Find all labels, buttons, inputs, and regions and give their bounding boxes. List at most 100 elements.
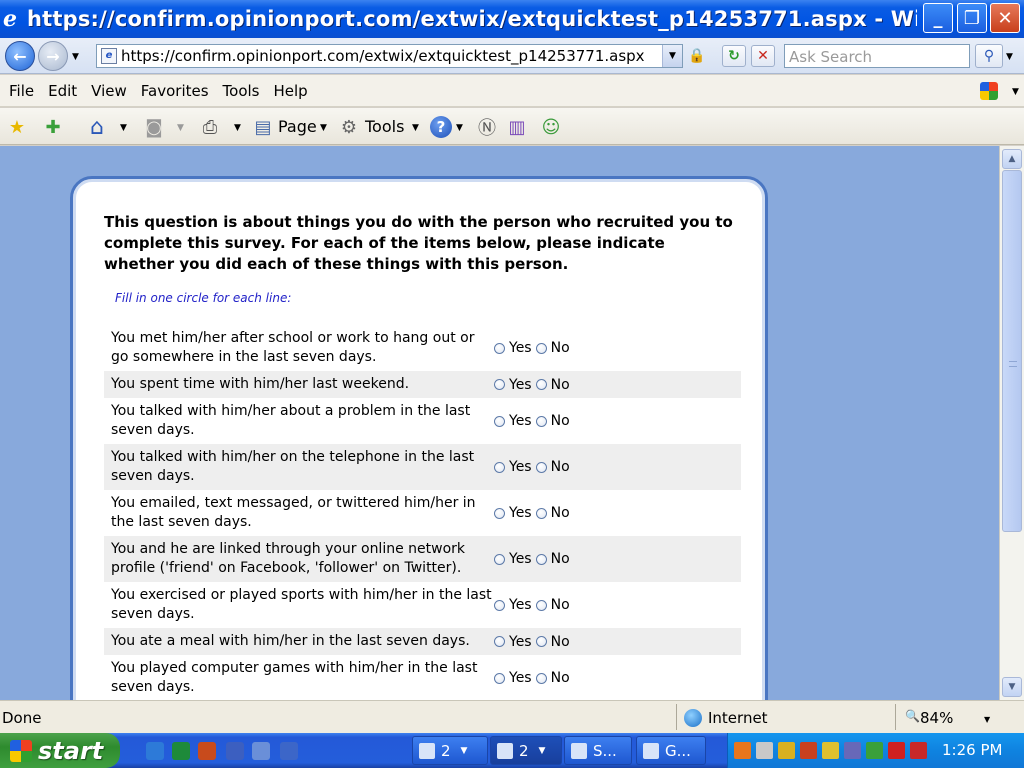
no-radio[interactable] xyxy=(535,342,547,354)
vertical-scrollbar[interactable]: ▲ ▼ xyxy=(999,146,1024,700)
tray-icon-4[interactable] xyxy=(800,742,817,759)
tray-icon-3[interactable] xyxy=(778,742,795,759)
history-dropdown-icon[interactable]: ▼ xyxy=(72,52,79,62)
yes-radio[interactable] xyxy=(494,342,505,354)
feeds-icon[interactable]: ◙ xyxy=(143,116,165,138)
tray-icon-8[interactable] xyxy=(888,742,905,759)
menu-edit[interactable]: Edit xyxy=(48,82,77,100)
yes-radio[interactable] xyxy=(494,553,505,565)
no-option[interactable]: No xyxy=(535,459,570,475)
taskbar-group-ie[interactable]: 2 ▼ xyxy=(490,736,562,765)
no-radio[interactable] xyxy=(535,599,547,611)
no-option[interactable]: No xyxy=(535,597,570,613)
stop-button[interactable]: ✕ xyxy=(751,45,775,67)
zoom-icon[interactable]: 🔍 xyxy=(905,709,920,723)
menu-favorites[interactable]: Favorites xyxy=(141,82,209,100)
media-quicklaunch-icon[interactable] xyxy=(280,742,298,760)
taskbar-item-other[interactable]: G... xyxy=(636,736,706,765)
forward-button[interactable]: → xyxy=(38,41,68,71)
tools-menu-label[interactable]: Tools xyxy=(365,117,404,136)
home-dropdown-icon[interactable]: ▼ xyxy=(120,123,127,133)
yes-radio[interactable] xyxy=(494,636,505,647)
add-favorites-icon[interactable]: ✚ xyxy=(42,116,64,138)
search-input[interactable]: Ask Search xyxy=(784,44,970,68)
taskbar-group-explorer[interactable]: 2 ▼ xyxy=(412,736,488,765)
home-icon[interactable]: ⌂ xyxy=(86,115,108,140)
no-radio[interactable] xyxy=(535,636,547,647)
tray-icon-5[interactable] xyxy=(822,742,839,759)
no-option[interactable]: No xyxy=(535,634,570,650)
page-icon[interactable]: ▤ xyxy=(252,116,274,138)
zoom-dropdown-icon[interactable]: ▼ xyxy=(984,715,990,724)
security-zone[interactable]: Internet xyxy=(708,709,768,727)
yes-option[interactable]: Yes xyxy=(494,459,532,475)
no-option[interactable]: No xyxy=(535,670,570,686)
no-option[interactable]: No xyxy=(535,505,570,521)
favorites-star-icon[interactable]: ★ xyxy=(6,116,28,138)
feeds-dropdown-icon[interactable]: ▼ xyxy=(177,123,184,133)
research-icon[interactable]: Ⓝ xyxy=(476,116,498,139)
yes-radio[interactable] xyxy=(494,672,505,684)
page-dropdown-icon[interactable]: ▼ xyxy=(320,123,327,133)
yes-radio[interactable] xyxy=(494,415,505,427)
lock-icon[interactable]: 🔒 xyxy=(688,48,705,64)
translate-icon[interactable]: ▥ xyxy=(506,116,528,138)
print-dropdown-icon[interactable]: ▼ xyxy=(234,123,241,133)
no-option[interactable]: No xyxy=(535,340,570,356)
no-radio[interactable] xyxy=(535,379,547,390)
help-dropdown-icon[interactable]: ▼ xyxy=(456,123,463,133)
yes-radio[interactable] xyxy=(494,599,505,611)
print-icon[interactable]: ⎙ xyxy=(199,116,221,138)
search-button[interactable]: ⚲ xyxy=(975,44,1003,68)
tools-dropdown-icon[interactable]: ▼ xyxy=(412,123,419,133)
yes-option[interactable]: Yes xyxy=(494,505,532,521)
menu-tools[interactable]: Tools xyxy=(223,82,260,100)
scroll-up-button[interactable]: ▲ xyxy=(1002,149,1022,169)
tray-icon-6[interactable] xyxy=(844,742,861,759)
excel-quicklaunch-icon[interactable] xyxy=(172,742,190,760)
no-radio[interactable] xyxy=(535,553,547,565)
help-icon[interactable]: ? xyxy=(430,116,452,138)
menu-help[interactable]: Help xyxy=(274,82,308,100)
yes-option[interactable]: Yes xyxy=(494,551,532,567)
address-dropdown-icon[interactable]: ▼ xyxy=(662,45,682,67)
menu-dropdown-icon[interactable]: ▼ xyxy=(1012,87,1019,97)
tray-icon-9[interactable] xyxy=(910,742,927,759)
yes-option[interactable]: Yes xyxy=(494,377,532,393)
scroll-thumb[interactable] xyxy=(1002,170,1022,532)
yes-radio[interactable] xyxy=(494,461,505,473)
zoom-level[interactable]: 84% xyxy=(920,709,953,727)
yes-radio[interactable] xyxy=(494,379,505,390)
word-quicklaunch-icon[interactable] xyxy=(226,742,244,760)
messenger-icon[interactable]: ☺ xyxy=(540,116,562,138)
scroll-down-button[interactable]: ▼ xyxy=(1002,677,1022,697)
no-radio[interactable] xyxy=(535,672,547,684)
yes-radio[interactable] xyxy=(494,507,505,519)
window-title-bar[interactable]: e https://confirm.opinionport.com/extwix… xyxy=(0,0,1024,38)
access-quicklaunch-icon[interactable] xyxy=(198,742,216,760)
ie-quicklaunch-icon[interactable] xyxy=(146,742,164,760)
address-url[interactable]: https://confirm.opinionport.com/extwix/e… xyxy=(121,47,662,65)
yes-option[interactable]: Yes xyxy=(494,670,532,686)
gear-icon[interactable]: ⚙ xyxy=(338,116,360,138)
no-option[interactable]: No xyxy=(535,377,570,393)
no-radio[interactable] xyxy=(535,507,547,519)
no-option[interactable]: No xyxy=(535,413,570,429)
menu-file[interactable]: File xyxy=(9,82,34,100)
no-radio[interactable] xyxy=(535,461,547,473)
refresh-button[interactable]: ↻ xyxy=(722,45,746,67)
tray-icon-7[interactable] xyxy=(866,742,883,759)
address-field[interactable]: e https://confirm.opinionport.com/extwix… xyxy=(96,44,683,68)
tray-icon-2[interactable] xyxy=(756,742,773,759)
start-button[interactable]: start xyxy=(0,733,120,768)
no-radio[interactable] xyxy=(535,415,547,427)
menu-view[interactable]: View xyxy=(91,82,127,100)
search-dropdown-icon[interactable]: ▼ xyxy=(1006,52,1013,62)
tray-icon-1[interactable] xyxy=(734,742,751,759)
maximize-button[interactable]: ❐ xyxy=(957,3,987,33)
close-button[interactable]: ✕ xyxy=(990,3,1020,33)
yes-option[interactable]: Yes xyxy=(494,340,532,356)
yes-option[interactable]: Yes xyxy=(494,413,532,429)
taskbar-item-word[interactable]: S... xyxy=(564,736,632,765)
yes-option[interactable]: Yes xyxy=(494,597,532,613)
